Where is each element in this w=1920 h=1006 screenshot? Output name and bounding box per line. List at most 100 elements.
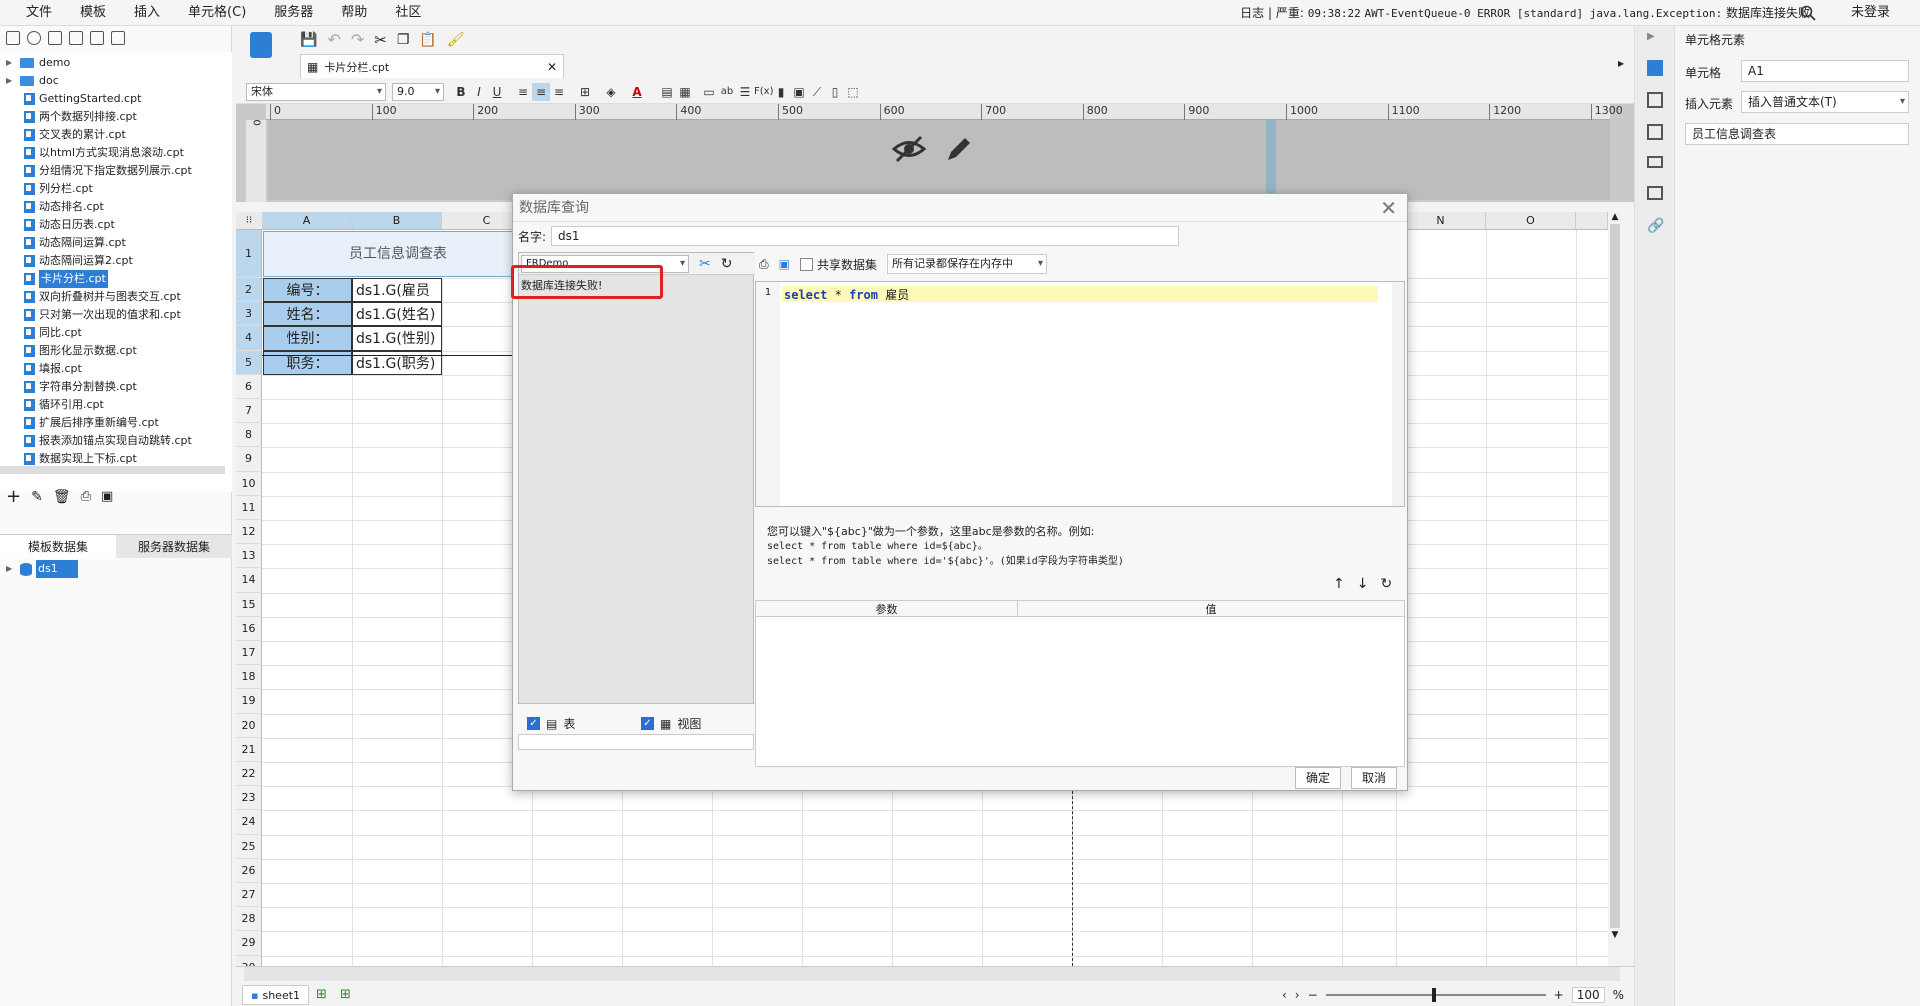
menu-community[interactable]: 社区 [381,0,435,26]
row-header[interactable]: 11 [236,495,262,520]
tree-file[interactable]: 双向折叠树并与图表交互.cpt [24,288,181,306]
doc-tab[interactable]: ▦ 卡片分栏.cpt ✕ [300,54,564,78]
row-header[interactable]: 21 [236,737,262,762]
paste-icon[interactable]: 📋 [419,32,436,48]
tree-file[interactable]: 动态日历表.cpt [24,216,115,234]
row-header[interactable]: 3 [236,302,262,327]
cell-label-4[interactable]: 性别： [263,326,352,351]
float-element-icon[interactable]: ⬚ [844,83,862,101]
menu-insert[interactable]: 插入 [120,0,174,26]
view-checkbox[interactable]: ✓ [641,717,654,730]
ok-button[interactable]: 确定 [1295,767,1342,789]
row-header[interactable]: 19 [236,689,262,714]
align-center-icon[interactable]: ≡ [532,82,550,101]
redo-icon[interactable]: ↷ [351,30,364,49]
chart-icon[interactable]: ▮ [772,83,790,101]
next-page-icon[interactable]: › [1295,988,1300,1002]
tree-file[interactable]: 列分栏.cpt [24,180,93,198]
tree-file[interactable]: 动态隔间运算.cpt [24,234,126,252]
underline-button[interactable]: U [488,83,506,101]
tree-file[interactable]: 以html方式实现消息滚动.cpt [24,144,184,162]
expand-icon[interactable]: ▶ [6,560,16,578]
zoom-value[interactable]: 100 [1571,987,1605,1003]
login-link[interactable]: 未登录 [1851,0,1890,26]
row-header[interactable]: 12 [236,520,262,545]
tree-file[interactable]: 图形化显示数据.cpt [24,342,137,360]
subreport-icon[interactable]: ▯ [826,83,844,101]
cell-field[interactable]: A1 [1741,60,1909,82]
menu-help[interactable]: 帮助 [327,0,381,26]
paragraph-icon[interactable]: ☰ [736,83,754,101]
tree-file[interactable]: 字符串分割替换.cpt [24,378,137,396]
add-sheet-icon[interactable]: ⊞ [316,987,327,1002]
new-folder-icon[interactable] [6,31,20,45]
copy-doc-icon[interactable]: ❐ [397,32,410,48]
cell-attr-icon[interactable] [1647,92,1663,108]
row-header[interactable]: 13 [236,544,262,569]
align-right-icon[interactable]: ≡ [550,83,568,101]
copy-icon[interactable] [111,31,125,45]
page-boundary-marker[interactable] [1266,120,1276,200]
table-checkbox[interactable]: ✓ [527,717,540,730]
move-up-icon[interactable]: ↑ [1333,576,1345,592]
edit-icon[interactable]: ✎ [31,489,43,505]
link-icon[interactable]: 🔗 [1647,218,1664,234]
row-header[interactable]: 20 [236,713,262,738]
row-header[interactable]: 27 [236,883,262,908]
fill-color-icon[interactable]: ◈ [602,83,620,101]
table-search-input[interactable] [518,734,754,750]
template-icon[interactable] [250,32,272,58]
cell-value-4[interactable]: ds1.G(性别) [352,326,442,351]
lock-icon[interactable] [69,31,83,45]
row-header[interactable]: 24 [236,810,262,835]
row-header[interactable]: 22 [236,762,262,787]
row-header[interactable]: 5 [236,350,262,375]
border-icon[interactable]: ⊞ [576,83,594,101]
delete-icon[interactable] [90,31,104,45]
search-icon[interactable] [1800,5,1816,21]
horizontal-scrollbar[interactable] [244,967,1620,981]
share-dataset-checkbox[interactable] [799,257,813,271]
font-size-select[interactable]: 9.0 [392,82,444,101]
vertical-scrollbar[interactable]: ▲ ▼ [1608,212,1622,966]
tree-file[interactable]: 扩展后排序重新编号.cpt [24,414,159,432]
bold-button[interactable]: B [452,83,470,101]
row-header[interactable]: 1 [236,230,262,278]
font-color-icon[interactable]: A [628,83,646,101]
content-field[interactable]: 员工信息调查表 [1685,123,1909,145]
menu-cell[interactable]: 单元格(C) [174,0,260,26]
cell-value-3[interactable]: ds1.G(姓名) [352,302,442,327]
select-all-corner[interactable]: ⁝⁝ [236,212,262,230]
expand-icon[interactable]: ▶ [6,72,16,90]
tree-file[interactable]: 动态排名.cpt [24,198,104,216]
menu-server[interactable]: 服务器 [260,0,327,26]
image-icon[interactable]: ▣ [101,489,113,504]
menu-file[interactable]: 文件 [12,0,66,26]
menu-template[interactable]: 模板 [66,0,120,26]
sql-scrollbar[interactable] [1392,282,1404,506]
tree-file[interactable]: 卡片分栏.cpt [24,270,108,288]
tree-file[interactable]: 只对第一次出现的值求和.cpt [24,306,181,324]
condition-icon[interactable] [1647,156,1663,168]
merge-icon[interactable]: ▤ [658,83,676,101]
pencil-icon[interactable] [944,134,974,164]
tab-template-dataset[interactable]: 模板数据集 [0,534,116,559]
row-header[interactable]: 10 [236,471,262,496]
tree-file[interactable]: 交叉表的累计.cpt [24,126,126,144]
ab-icon[interactable]: ab [718,83,736,101]
zoom-slider[interactable] [1325,988,1546,1002]
prev-page-icon[interactable]: ‹ [1282,988,1287,1002]
row-header[interactable]: 18 [236,665,262,690]
col-header-a[interactable]: A [262,212,352,230]
collapse-icon[interactable]: ▶ [1647,31,1655,42]
tree-file[interactable]: 动态隔间运算2.cpt [24,252,133,270]
row-header[interactable]: 30 [236,955,262,966]
refresh-param-icon[interactable]: ↻ [1380,576,1392,592]
log-line[interactable]: 日志 | 严重: 09:38:22 AWT-EventQueue-0 ERROR… [1240,0,1810,26]
cell-label-2[interactable]: 编号： [263,278,352,303]
sheet-tab[interactable]: ▪ sheet1 [242,985,310,1005]
close-tab-icon[interactable]: ✕ [547,60,557,74]
row-header[interactable]: 16 [236,616,262,641]
format-brush-icon[interactable]: 🖌 [447,32,465,48]
scroll-thumb[interactable] [1610,224,1620,928]
